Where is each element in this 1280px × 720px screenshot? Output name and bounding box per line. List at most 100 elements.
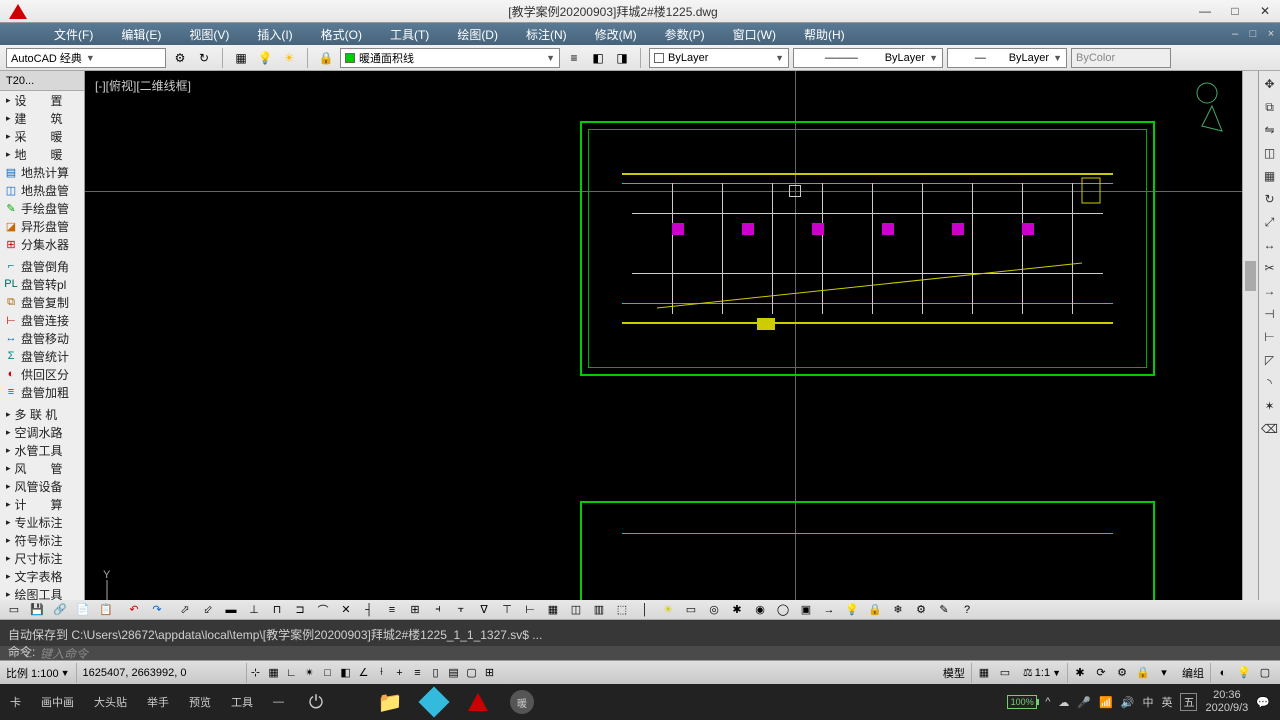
- btool-icon[interactable]: →: [820, 602, 838, 618]
- btool-icon[interactable]: ↶: [125, 602, 143, 618]
- array-icon[interactable]: ▦: [1261, 167, 1279, 185]
- btool-icon[interactable]: ▣: [797, 602, 815, 618]
- trim-icon[interactable]: ✂: [1261, 259, 1279, 277]
- bulb-icon[interactable]: 💡: [1235, 664, 1253, 682]
- btool-icon[interactable]: ⊤: [498, 602, 516, 618]
- btool-icon[interactable]: ▭: [682, 602, 700, 618]
- palette-category[interactable]: ▸风管设备: [0, 477, 84, 495]
- sc-icon[interactable]: ▢: [463, 664, 481, 682]
- btool-icon[interactable]: ❄: [889, 602, 907, 618]
- mirror-icon[interactable]: ⇋: [1261, 121, 1279, 139]
- btool-icon[interactable]: ✎: [935, 602, 953, 618]
- palette-item[interactable]: ◐供回区分: [0, 365, 84, 383]
- plotstyle-combo[interactable]: ByColor: [1071, 48, 1171, 68]
- menu-insert[interactable]: 插入(I): [243, 26, 306, 43]
- task-item[interactable]: 工具: [221, 684, 263, 720]
- palette-category[interactable]: ▸建 筑: [0, 109, 84, 127]
- palette-item[interactable]: PL盘管转pl: [0, 275, 84, 293]
- menu-help[interactable]: 帮助(H): [790, 26, 859, 43]
- task-item[interactable]: 画中画: [31, 684, 84, 720]
- palette-tab[interactable]: T20...: [0, 71, 84, 91]
- lwt-icon[interactable]: ≡: [409, 664, 427, 682]
- taskbar-app-autocad[interactable]: [462, 686, 494, 718]
- 3dosnap-icon[interactable]: ◧: [337, 664, 355, 682]
- workspace-settings-icon[interactable]: ⚙: [170, 48, 190, 68]
- palette-category[interactable]: ▸符号标注: [0, 531, 84, 549]
- palette-category[interactable]: ▸空调水路: [0, 423, 84, 441]
- task-item[interactable]: 举手: [137, 684, 179, 720]
- btool-icon[interactable]: 🔒: [866, 602, 884, 618]
- btool-icon[interactable]: ≡: [383, 602, 401, 618]
- clean-screen-icon[interactable]: ▢: [1256, 664, 1274, 682]
- btool-icon[interactable]: ?: [958, 602, 976, 618]
- chamfer-icon[interactable]: ◸: [1261, 351, 1279, 369]
- mdi-close-button[interactable]: ×: [1262, 25, 1280, 43]
- btool-icon[interactable]: ⊢: [521, 602, 539, 618]
- btool-icon[interactable]: ⚙: [912, 602, 930, 618]
- layer-freeze-icon[interactable]: ☀: [279, 48, 299, 68]
- menu-draw[interactable]: 绘图(D): [443, 26, 512, 43]
- btool-icon[interactable]: ⊞: [406, 602, 424, 618]
- otrack-icon[interactable]: ∠: [355, 664, 373, 682]
- fillet-icon[interactable]: ◝: [1261, 374, 1279, 392]
- ortho-icon[interactable]: ∟: [283, 664, 301, 682]
- palette-category[interactable]: ▸专业标注: [0, 513, 84, 531]
- toolbar-lock-icon[interactable]: 🔒: [1134, 664, 1152, 682]
- extend-icon[interactable]: →: [1261, 282, 1279, 300]
- palette-item[interactable]: ◪异形盘管: [0, 217, 84, 235]
- btool-icon[interactable]: ⊐: [291, 602, 309, 618]
- tray-cloud-icon[interactable]: ☁: [1058, 696, 1069, 709]
- isolate-icon[interactable]: ◐: [1214, 664, 1232, 682]
- layer-lock-icon[interactable]: 🔒: [316, 48, 336, 68]
- layer-states-icon[interactable]: ≡: [564, 48, 584, 68]
- grid-display-icon[interactable]: ▦: [975, 664, 993, 682]
- view-cube[interactable]: [1182, 81, 1232, 141]
- layer-iso-icon[interactable]: ▦: [231, 48, 251, 68]
- btool-icon[interactable]: ↷: [148, 602, 166, 618]
- btool-icon[interactable]: ◫: [567, 602, 585, 618]
- palette-category[interactable]: ▸计 算: [0, 495, 84, 513]
- viewport-label[interactable]: [-][俯视][二维线框]: [95, 77, 191, 94]
- palette-item[interactable]: ◫地热盘管: [0, 181, 84, 199]
- battery-icon[interactable]: 100%: [1007, 695, 1037, 709]
- drawing-viewport[interactable]: [-][俯视][二维线框] X Y: [85, 71, 1242, 660]
- btool-icon[interactable]: ⫞: [429, 602, 447, 618]
- maximize-button[interactable]: □: [1220, 0, 1250, 22]
- task-item[interactable]: 卡: [0, 684, 31, 720]
- clock[interactable]: 20:36 2020/9/3: [1205, 689, 1248, 715]
- btool-icon[interactable]: ⬃: [199, 602, 217, 618]
- tray-volume-icon[interactable]: 🔊: [1121, 696, 1135, 709]
- tray-ime-2[interactable]: 英: [1161, 694, 1172, 710]
- mdi-minimize-button[interactable]: –: [1226, 25, 1244, 43]
- palette-category[interactable]: ▸多 联 机: [0, 405, 84, 423]
- btool-icon[interactable]: ⊓: [268, 602, 286, 618]
- tray-ime-1[interactable]: 中: [1142, 694, 1153, 710]
- coordinates-field[interactable]: 1625407, 2663992, 0: [77, 663, 247, 683]
- palette-item[interactable]: ▤地热计算: [0, 163, 84, 181]
- tray-chevron-icon[interactable]: ^: [1045, 696, 1050, 708]
- btool-icon[interactable]: ⌒: [314, 602, 332, 618]
- btool-icon[interactable]: ⬀: [176, 602, 194, 618]
- palette-category[interactable]: ▸采 暖: [0, 127, 84, 145]
- dyn-icon[interactable]: +: [391, 664, 409, 682]
- menu-tools[interactable]: 工具(T): [376, 26, 443, 43]
- menu-edit[interactable]: 编辑(E): [107, 26, 175, 43]
- btool-icon[interactable]: 💡: [843, 602, 861, 618]
- taskbar-app-explorer[interactable]: 📁: [374, 686, 406, 718]
- polar-icon[interactable]: ✴: [301, 664, 319, 682]
- palette-item[interactable]: ✎手绘盘管: [0, 199, 84, 217]
- annoauto-icon[interactable]: ⟳: [1092, 664, 1110, 682]
- task-item[interactable]: 大头贴: [84, 684, 137, 720]
- osnap-icon[interactable]: □: [319, 664, 337, 682]
- btool-icon[interactable]: 📄: [74, 602, 92, 618]
- taskbar-app-hvac[interactable]: 暖: [506, 686, 538, 718]
- hardware-accel-icon[interactable]: ▾: [1155, 664, 1173, 682]
- erase-icon[interactable]: ⌫: [1261, 420, 1279, 438]
- btool-icon[interactable]: ⫟: [452, 602, 470, 618]
- annovis-icon[interactable]: ✱: [1071, 664, 1089, 682]
- layer-on-icon[interactable]: 💡: [255, 48, 275, 68]
- palette-category[interactable]: ▸尺寸标注: [0, 549, 84, 567]
- model-space-button[interactable]: 模型: [937, 663, 972, 683]
- layer-prev-icon[interactable]: ◨: [612, 48, 632, 68]
- explode-icon[interactable]: ✶: [1261, 397, 1279, 415]
